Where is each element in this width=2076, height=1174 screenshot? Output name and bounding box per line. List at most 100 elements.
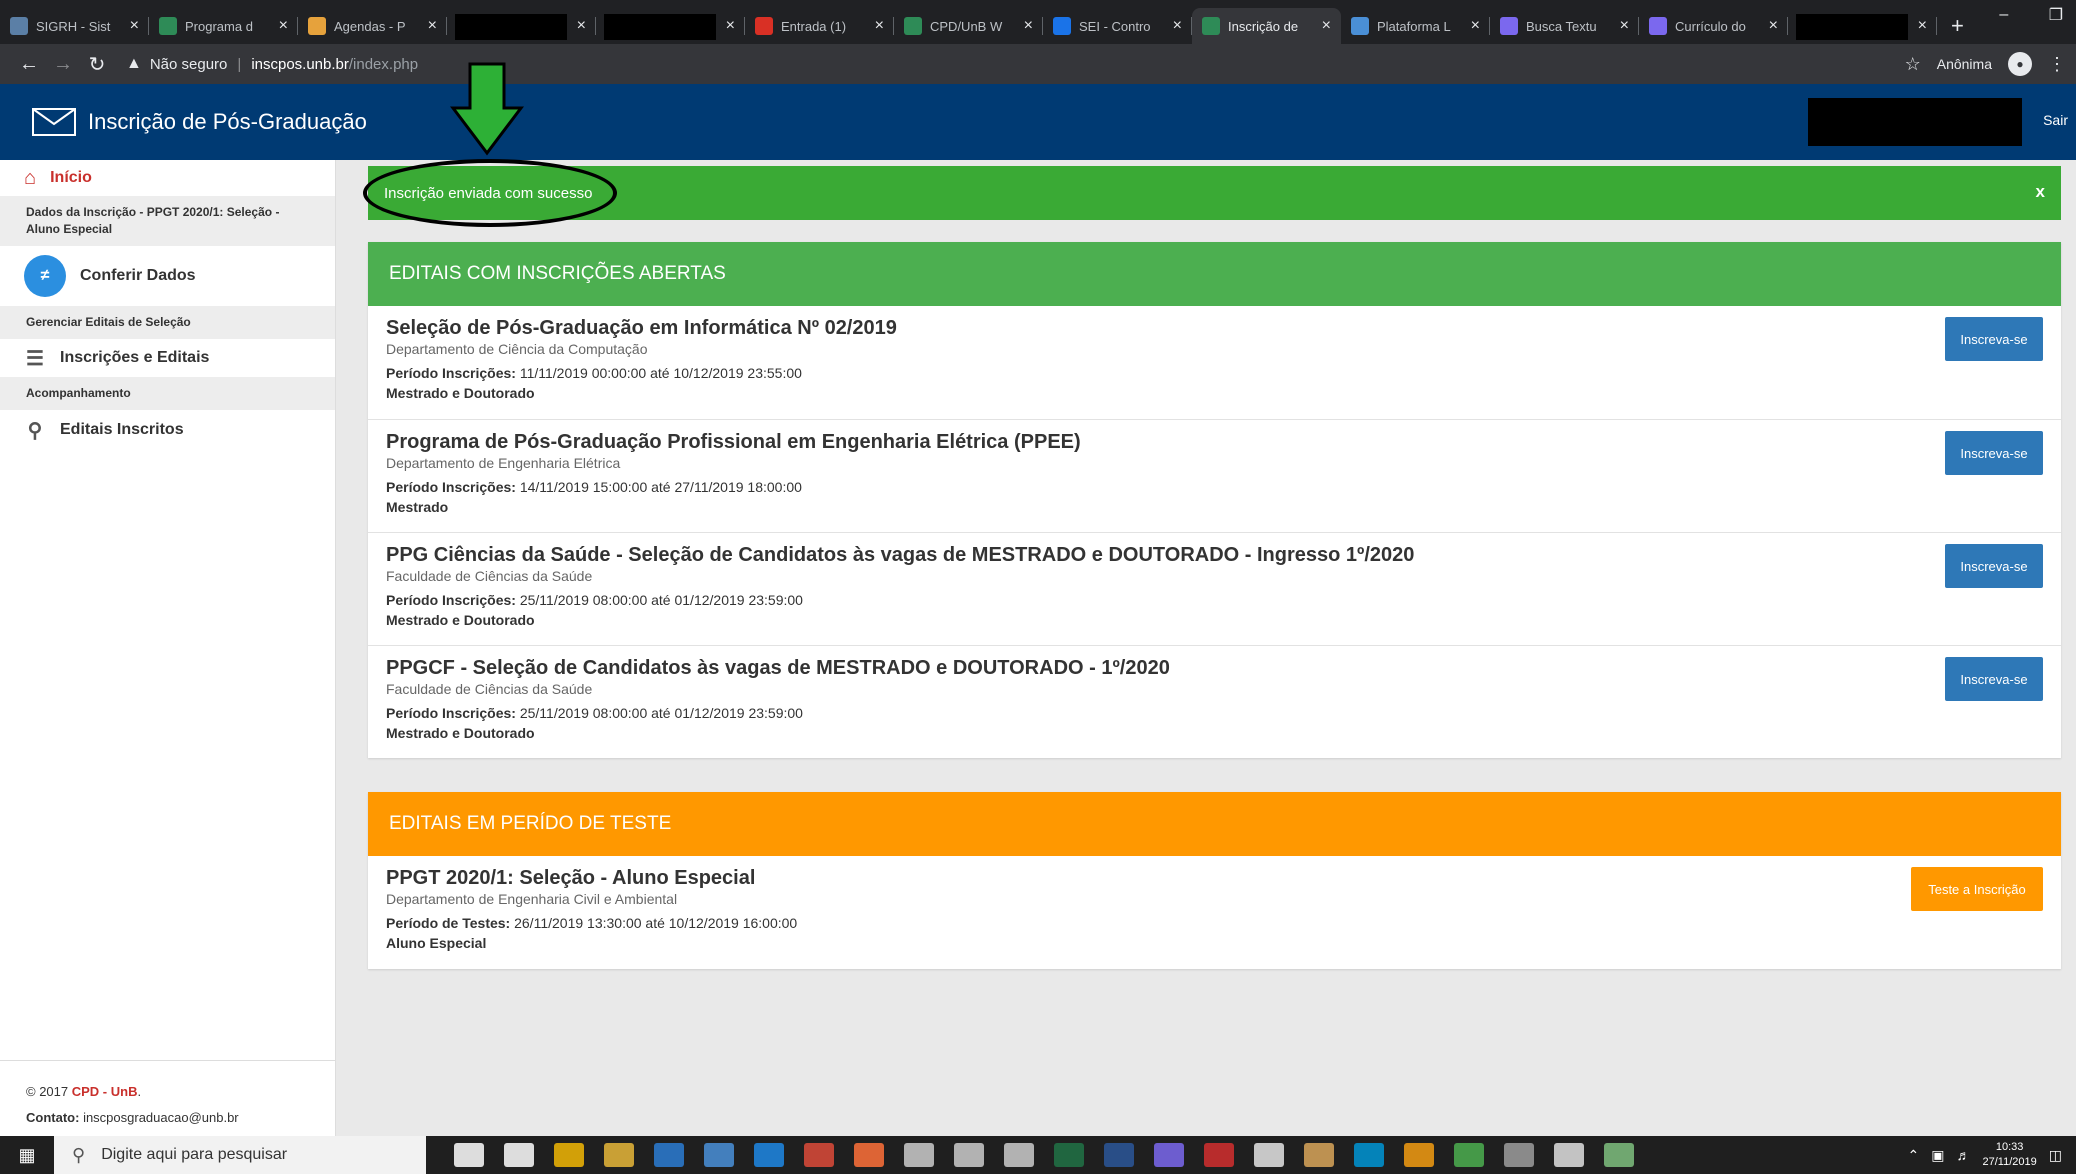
clock[interactable]: 10:33 27/11/2019: [1983, 1140, 2037, 1170]
url-field[interactable]: ▲ Não seguro | inscpos.unb.br/index.php: [126, 55, 418, 73]
volume-icon[interactable]: ♬: [1957, 1147, 1971, 1163]
taskbar-app-icon[interactable]: [704, 1143, 734, 1167]
test-inscription-button[interactable]: Teste a Inscrição: [1911, 867, 2043, 911]
new-tab-button[interactable]: +: [1937, 8, 1978, 44]
tab-close-icon[interactable]: ×: [1769, 17, 1778, 35]
sidebar-section-inscricao: Dados da Inscrição - PPGT 2020/1: Seleçã…: [0, 196, 335, 246]
browser-tab[interactable]: Currículo do ×: [1639, 8, 1788, 44]
sidebar-item-check-data[interactable]: ≠ Conferir Dados: [0, 246, 335, 306]
tab-close-icon[interactable]: ×: [428, 17, 437, 35]
browser-tab[interactable]: Programa d ×: [149, 8, 298, 44]
restore-icon[interactable]: ❐: [2030, 0, 2076, 30]
sidebar-item-home[interactable]: ⌂ Início: [0, 160, 335, 196]
taskbar-app-icon[interactable]: [554, 1143, 584, 1167]
app-title[interactable]: Inscrição de Pós-Graduação: [88, 109, 367, 135]
edital-level: Mestrado e Doutorado: [386, 725, 535, 741]
browser-tab[interactable]: Agendas - P ×: [298, 8, 447, 44]
browser-tab[interactable]: Busca Textu ×: [1490, 8, 1639, 44]
minimize-icon[interactable]: –: [1978, 0, 2030, 30]
down-arrow-annotation-icon: [450, 62, 524, 156]
sidebar-item-enrolled[interactable]: ⚲ Editais Inscritos: [0, 410, 335, 450]
tab-title: Plataforma L: [1377, 18, 1451, 34]
taskbar-app-icon[interactable]: [1154, 1143, 1184, 1167]
url-host: inscpos.unb.br: [251, 55, 349, 73]
taskbar-app-icon[interactable]: [1604, 1143, 1634, 1167]
forward-icon[interactable]: →: [46, 53, 80, 76]
alert-close-button[interactable]: x: [2036, 182, 2045, 202]
browser-tab[interactable]: ×: [1788, 8, 1937, 44]
tray-chevron-icon[interactable]: ⌃: [1908, 1147, 1920, 1164]
subscribe-button[interactable]: Inscreva-se: [1945, 431, 2043, 475]
menu-dots-icon[interactable]: ⋮: [2048, 54, 2066, 75]
browser-tab[interactable]: SEI - Contro ×: [1043, 8, 1192, 44]
browser-tab[interactable]: SIGRH - Sist ×: [0, 8, 149, 44]
taskbar-app-icon[interactable]: [1104, 1143, 1134, 1167]
edital-title: PPGCF - Seleção de Candidatos às vagas d…: [386, 657, 1170, 679]
browser-tab[interactable]: ×: [447, 8, 596, 44]
tab-close-icon[interactable]: ×: [726, 17, 735, 35]
url-separator: |: [237, 55, 242, 73]
tab-title: Entrada (1): [781, 18, 847, 34]
tab-favicon-icon: [755, 17, 773, 35]
taskbar-app-icon[interactable]: [654, 1143, 684, 1167]
tab-close-icon[interactable]: ×: [1024, 17, 1033, 35]
sidebar-item-inscricoes[interactable]: ☰ Inscrições e Editais: [0, 339, 335, 377]
taskbar-app-icon[interactable]: [1204, 1143, 1234, 1167]
notifications-icon[interactable]: ◫: [2049, 1147, 2062, 1164]
windows-start-icon[interactable]: ▦: [0, 1145, 54, 1166]
taskbar-app-icon[interactable]: [1054, 1143, 1084, 1167]
edital-department: Departamento de Engenharia Elétrica: [386, 455, 621, 471]
back-icon[interactable]: ←: [12, 53, 46, 76]
taskbar-app-icon[interactable]: [754, 1143, 784, 1167]
taskbar-search-box[interactable]: ⚲ Digite aqui para pesquisar: [54, 1136, 426, 1174]
taskbar-app-icon[interactable]: [454, 1143, 484, 1167]
network-icon[interactable]: ▣: [1931, 1147, 1944, 1164]
subscribe-button[interactable]: Inscreva-se: [1945, 657, 2043, 701]
tab-close-icon[interactable]: ×: [1918, 17, 1927, 35]
browser-tab[interactable]: ×: [596, 8, 745, 44]
taskbar-app-icon[interactable]: [1354, 1143, 1384, 1167]
taskbar-app-icon[interactable]: [504, 1143, 534, 1167]
taskbar-app-icon[interactable]: [804, 1143, 834, 1167]
taskbar-app-icon[interactable]: [1454, 1143, 1484, 1167]
tab-close-icon[interactable]: ×: [875, 17, 884, 35]
tab-favicon-icon: [1202, 17, 1220, 35]
incognito-icon[interactable]: ●: [2008, 52, 2032, 76]
edital-period-label: Período Inscrições:: [386, 592, 516, 608]
browser-tab[interactable]: Inscrição de ×: [1192, 8, 1341, 44]
tab-close-icon[interactable]: ×: [1471, 17, 1480, 35]
subscribe-button[interactable]: Inscreva-se: [1945, 317, 2043, 361]
tab-title: SEI - Contro: [1079, 18, 1151, 34]
browser-tab[interactable]: CPD/UnB W ×: [894, 8, 1043, 44]
taskbar-app-icon[interactable]: [954, 1143, 984, 1167]
tab-close-icon[interactable]: ×: [1322, 17, 1331, 35]
edital-period-label: Período de Testes:: [386, 915, 511, 931]
logout-link[interactable]: Sair: [2043, 112, 2068, 128]
tab-close-icon[interactable]: ×: [577, 17, 586, 35]
taskbar-app-icon[interactable]: [1504, 1143, 1534, 1167]
reload-icon[interactable]: ↻: [80, 52, 114, 77]
tab-favicon-icon: [904, 17, 922, 35]
browser-tab[interactable]: Entrada (1) ×: [745, 8, 894, 44]
taskbar-app-icon[interactable]: [604, 1143, 634, 1167]
taskbar-app-icon[interactable]: [1554, 1143, 1584, 1167]
edital-department: Departamento de Engenharia Civil e Ambie…: [386, 891, 678, 907]
taskbar-app-icon[interactable]: [1004, 1143, 1034, 1167]
tab-close-icon[interactable]: ×: [130, 17, 139, 35]
subscribe-button[interactable]: Inscreva-se: [1945, 544, 2043, 588]
taskbar-app-icon[interactable]: [1404, 1143, 1434, 1167]
taskbar-app-icon[interactable]: [854, 1143, 884, 1167]
footer-org-link[interactable]: CPD - UnB: [72, 1084, 138, 1099]
tab-close-icon[interactable]: ×: [1173, 17, 1182, 35]
profile-label[interactable]: Anônima: [1937, 56, 1992, 72]
taskbar-app-icon[interactable]: [1304, 1143, 1334, 1167]
tab-close-icon[interactable]: ×: [279, 17, 288, 35]
tab-close-icon[interactable]: ×: [1620, 17, 1629, 35]
search-icon: ⚲: [27, 419, 43, 442]
taskbar-app-icon[interactable]: [1254, 1143, 1284, 1167]
bookmark-star-icon[interactable]: ☆: [1905, 54, 1921, 75]
browser-tab[interactable]: Plataforma L ×: [1341, 8, 1490, 44]
check-data-icon: ≠: [24, 255, 66, 297]
edital-item: PPGCF - Seleção de Candidatos às vagas d…: [368, 645, 2061, 758]
taskbar-app-icon[interactable]: [904, 1143, 934, 1167]
